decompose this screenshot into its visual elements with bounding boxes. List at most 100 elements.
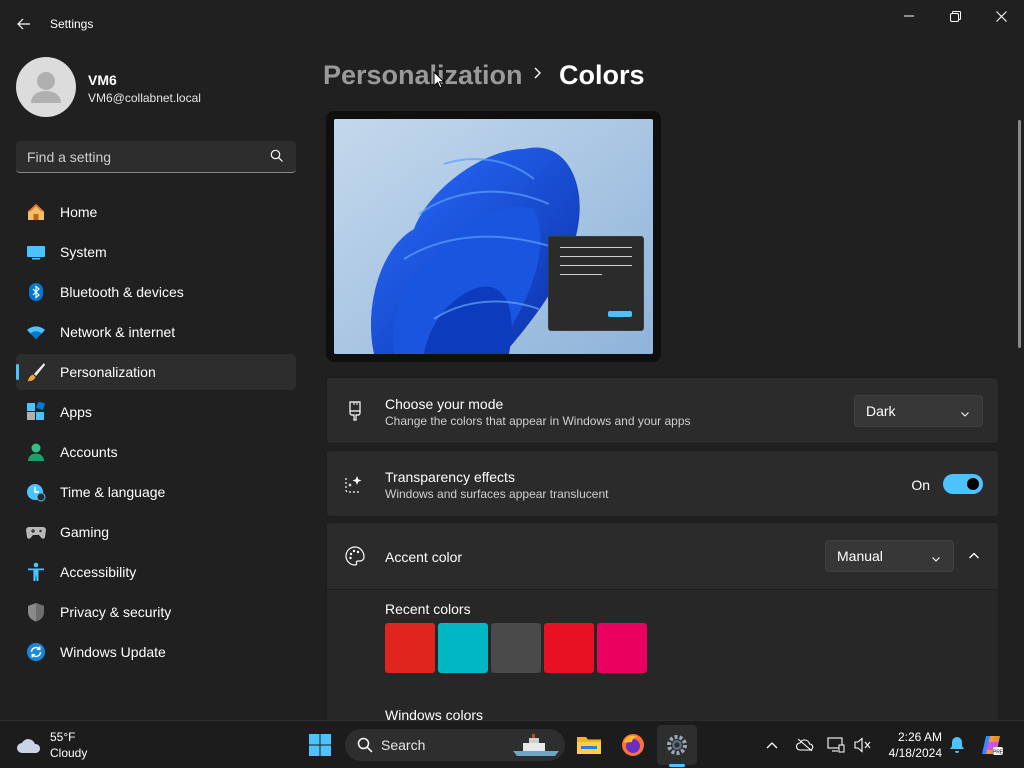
sidebar-item-label: Accessibility xyxy=(60,564,137,580)
breadcrumb-parent[interactable]: Personalization xyxy=(323,60,523,91)
accent-color-card: Accent color Manual xyxy=(326,522,999,590)
time-language-icon xyxy=(26,482,46,502)
update-icon xyxy=(26,642,46,662)
accounts-icon xyxy=(26,442,46,462)
chevron-up-icon xyxy=(766,742,778,749)
brush-icon xyxy=(26,362,46,382)
color-swatch[interactable] xyxy=(544,623,594,673)
transparency-state-label: On xyxy=(911,477,930,493)
sidebar-item-home[interactable]: Home xyxy=(16,194,296,230)
sidebar-item-label: Gaming xyxy=(60,524,110,540)
sidebar-item-label: Network & internet xyxy=(60,324,176,340)
accent-dropdown[interactable]: Manual xyxy=(825,540,954,572)
preview-accent-button xyxy=(608,311,632,317)
settings-search[interactable] xyxy=(16,141,296,173)
apps-icon xyxy=(26,402,46,422)
file-explorer-button[interactable] xyxy=(569,725,609,765)
mouse-cursor-icon xyxy=(433,70,446,94)
sidebar-item-label: Home xyxy=(60,204,98,220)
back-arrow-icon xyxy=(17,18,30,30)
mode-dropdown[interactable]: Dark xyxy=(854,395,983,427)
sidebar-item-network[interactable]: Network & internet xyxy=(16,314,296,350)
windows-logo-icon xyxy=(309,734,331,756)
weather-widget[interactable]: 55°F Cloudy xyxy=(16,729,87,761)
notifications-button[interactable] xyxy=(945,733,969,757)
network-tray-button[interactable] xyxy=(824,733,848,757)
title-bar: Settings xyxy=(0,0,1024,48)
sidebar-item-bluetooth[interactable]: Bluetooth & devices xyxy=(16,274,296,310)
page-title: Colors xyxy=(559,60,645,90)
sidebar-item-label: Privacy & security xyxy=(60,604,172,620)
sidebar-item-gaming[interactable]: Gaming xyxy=(16,514,296,550)
active-app-indicator xyxy=(669,764,685,767)
minimize-button[interactable] xyxy=(886,0,932,32)
system-icon xyxy=(26,242,46,262)
color-swatch[interactable] xyxy=(385,623,435,673)
taskbar-search[interactable]: Search xyxy=(345,729,565,761)
theme-preview xyxy=(326,111,661,362)
color-swatch[interactable] xyxy=(491,623,541,673)
chevron-up-icon xyxy=(969,552,979,559)
transparency-toggle[interactable] xyxy=(943,474,983,494)
sidebar-item-system[interactable]: System xyxy=(16,234,296,270)
onedrive-tray-button[interactable] xyxy=(793,733,817,757)
svg-text:PRE: PRE xyxy=(993,750,1004,756)
bell-icon xyxy=(950,737,964,753)
search-input[interactable] xyxy=(16,148,256,165)
preview-text-line xyxy=(560,247,632,248)
mode-description: Change the colors that appear in Windows… xyxy=(385,414,691,428)
weather-temperature: 55°F xyxy=(50,730,76,744)
sidebar-item-accounts[interactable]: Accounts xyxy=(16,434,296,470)
show-hidden-icons-button[interactable] xyxy=(760,733,784,757)
color-swatch[interactable] xyxy=(438,623,488,673)
copilot-button[interactable]: PRE xyxy=(980,733,1004,757)
taskbar-search-label: Search xyxy=(381,737,426,753)
onedrive-offline-icon xyxy=(796,738,814,752)
shield-icon xyxy=(26,602,46,622)
gear-icon xyxy=(667,735,687,755)
chevron-down-icon xyxy=(960,406,970,422)
close-button[interactable] xyxy=(978,0,1024,32)
copilot-icon: PRE xyxy=(982,736,1004,756)
weather-description: Cloudy xyxy=(50,746,88,760)
sidebar-item-accessibility[interactable]: Accessibility xyxy=(16,554,296,590)
home-icon xyxy=(26,202,46,222)
chevron-down-icon xyxy=(931,551,941,567)
start-button[interactable] xyxy=(300,725,340,765)
sidebar-item-apps[interactable]: Apps xyxy=(16,394,296,430)
back-button[interactable] xyxy=(8,10,40,38)
choose-mode-card: Choose your mode Change the colors that … xyxy=(326,377,999,444)
recent-colors-label: Recent colors xyxy=(385,601,471,617)
paintbrush-icon xyxy=(345,401,365,421)
restore-button[interactable] xyxy=(932,0,978,32)
restore-icon xyxy=(949,10,961,22)
sidebar-item-time-language[interactable]: Time & language xyxy=(16,474,296,510)
search-icon xyxy=(357,737,373,753)
user-name: VM6 xyxy=(88,72,117,88)
firefox-button[interactable] xyxy=(613,725,653,765)
color-swatch[interactable] xyxy=(597,623,647,673)
search-icon[interactable] xyxy=(270,149,284,168)
sidebar-item-windows-update[interactable]: Windows Update xyxy=(16,634,296,670)
volume-tray-button[interactable] xyxy=(851,733,875,757)
accent-color-panel: Recent colors Windows colors xyxy=(326,590,999,723)
sidebar-item-label: Windows Update xyxy=(60,644,166,660)
sidebar-item-privacy-security[interactable]: Privacy & security xyxy=(16,594,296,630)
palette-icon xyxy=(345,546,365,566)
minimize-icon xyxy=(904,15,914,17)
network-monitor-icon xyxy=(827,737,845,753)
collapse-button[interactable] xyxy=(962,546,986,566)
firefox-icon xyxy=(622,734,644,756)
gaming-icon xyxy=(26,522,46,542)
scrollbar[interactable] xyxy=(1018,120,1021,348)
chevron-right-icon xyxy=(530,66,544,85)
avatar[interactable] xyxy=(16,57,76,117)
accent-title: Accent color xyxy=(385,549,463,565)
sidebar-nav: Home System Bluetooth & devices Network … xyxy=(16,194,296,674)
sidebar-item-personalization[interactable]: Personalization xyxy=(16,354,296,390)
settings-taskbar-button[interactable] xyxy=(657,725,697,765)
transparency-title: Transparency effects xyxy=(385,469,515,485)
search-highlight-ship-icon xyxy=(513,734,559,756)
close-icon xyxy=(995,10,1007,22)
taskbar-clock[interactable]: 2:26 AM 4/18/2024 xyxy=(880,729,942,761)
